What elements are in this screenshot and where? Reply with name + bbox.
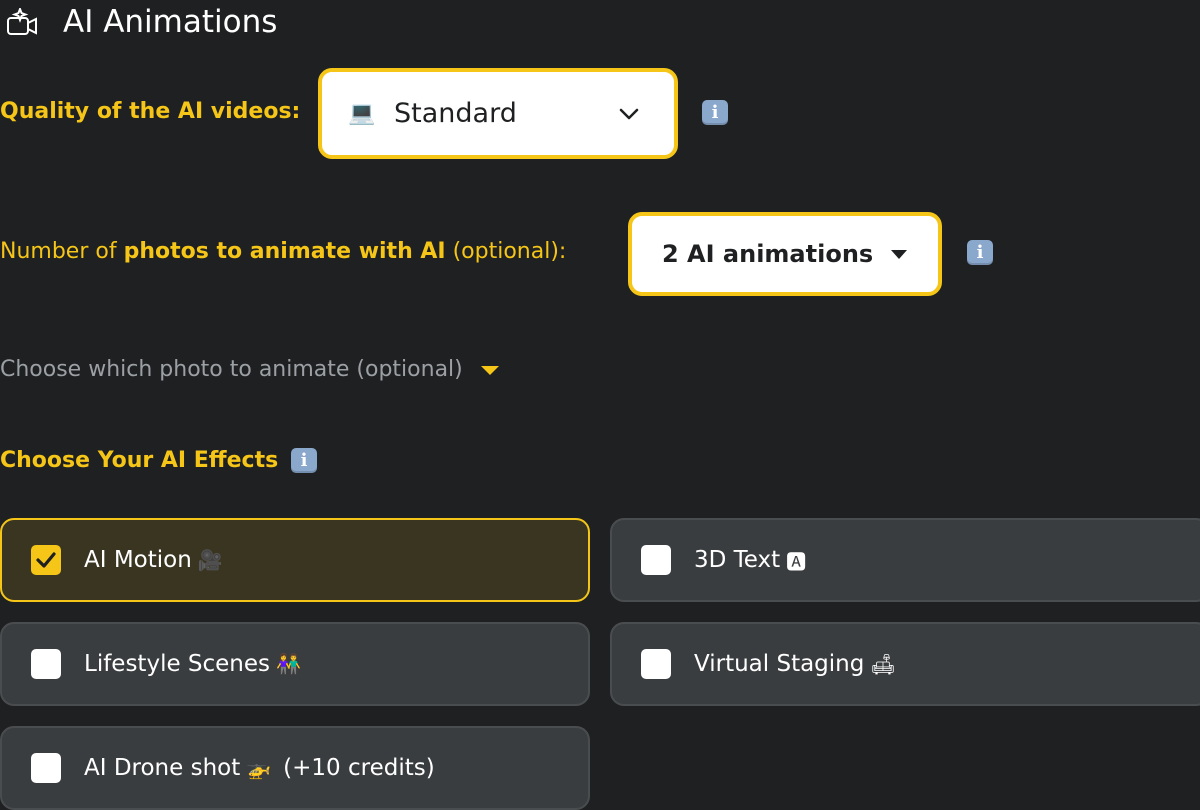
choose-photo-toggle[interactable]: Choose which photo to animate (optional) xyxy=(0,355,499,385)
effect-label: AI Drone shot xyxy=(84,755,241,781)
animations-info-icon[interactable]: i xyxy=(967,240,993,265)
quality-info-icon[interactable]: i xyxy=(702,100,728,125)
effect-label: Lifestyle Scenes xyxy=(84,651,271,677)
checkbox-checked[interactable] xyxy=(31,545,61,575)
effect-card-ai-drone-shot[interactable]: AI Drone shot 🚁 (+10 credits) xyxy=(0,726,590,810)
effect-label: 3D Text xyxy=(694,547,781,573)
animations-label-bold: photos to animate with AI xyxy=(123,239,446,264)
caret-down-icon xyxy=(891,249,908,259)
checkbox[interactable] xyxy=(641,545,671,575)
effect-card-3d-text[interactable]: 3D Text 🅰 xyxy=(610,518,1200,602)
helicopter-icon: 🚁 xyxy=(246,756,272,780)
animations-select-value: 2 AI animations xyxy=(662,240,874,268)
animations-select[interactable]: 2 AI animations xyxy=(628,212,942,296)
animations-label: Number of photos to animate with AI (opt… xyxy=(0,237,566,267)
couple-icon: 👫 xyxy=(276,652,301,676)
quality-select[interactable]: 💻 Standard xyxy=(318,68,678,159)
quality-label: Quality of the AI videos: xyxy=(0,97,300,127)
video-camera-icon: 🎥 xyxy=(197,548,223,572)
letter-a-icon: 🅰 xyxy=(786,549,807,574)
effect-card-virtual-staging[interactable]: Virtual Staging 🛋 xyxy=(610,622,1200,706)
couch-icon: 🛋 xyxy=(870,652,896,676)
animations-label-pre: Number of xyxy=(0,239,124,264)
caret-down-icon xyxy=(480,365,499,375)
quality-label-rest: of the AI videos: xyxy=(89,99,301,124)
animations-label-post: (optional): xyxy=(445,239,567,264)
laptop-icon: 💻 xyxy=(348,101,376,126)
sparkle-video-icon xyxy=(6,6,40,38)
checkbox[interactable] xyxy=(641,649,671,679)
effects-info-icon[interactable]: i xyxy=(291,448,317,473)
chevron-down-icon xyxy=(614,99,644,129)
effect-label: Virtual Staging xyxy=(694,651,865,677)
effect-card-lifestyle-scenes[interactable]: Lifestyle Scenes 👫 xyxy=(0,622,590,706)
checkbox[interactable] xyxy=(31,753,61,783)
quality-select-value: Standard xyxy=(394,98,517,129)
choose-photo-label: Choose which photo to animate (optional) xyxy=(0,357,463,382)
page-title: AI Animations xyxy=(63,4,278,40)
quality-label-bold: Quality xyxy=(0,99,90,124)
effects-title: Choose Your AI Effects xyxy=(0,448,279,473)
effect-credits: (+10 credits) xyxy=(283,755,435,781)
effect-card-ai-motion[interactable]: AI Motion 🎥 xyxy=(0,518,590,602)
checkbox[interactable] xyxy=(31,649,61,679)
effect-label: AI Motion xyxy=(84,547,192,573)
